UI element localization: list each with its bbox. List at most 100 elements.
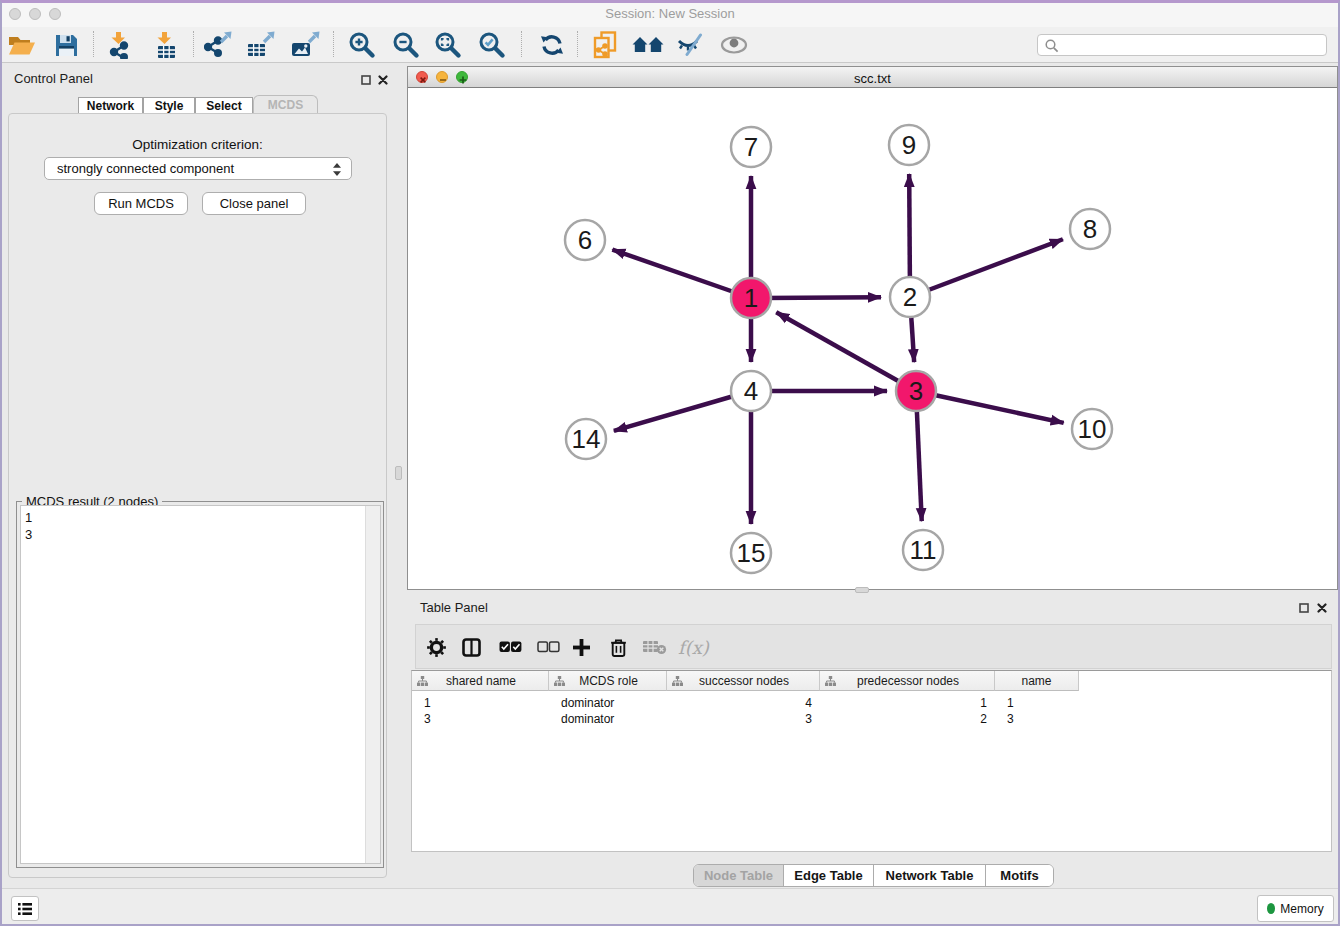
import-network-icon[interactable]: [105, 30, 135, 60]
close-panel-button[interactable]: Close panel: [202, 192, 306, 215]
control-tab-select[interactable]: Select: [195, 97, 253, 114]
control-panel-close-button[interactable]: [376, 73, 390, 87]
column-tree-icon: [417, 676, 428, 686]
delete-row-icon[interactable]: [610, 634, 627, 660]
home-icon[interactable]: [631, 30, 665, 60]
toolbar-separator: [577, 31, 578, 57]
zoom-in-icon[interactable]: [347, 30, 377, 60]
hide-eye-icon[interactable]: [675, 30, 705, 60]
destroy-table-icon[interactable]: [643, 634, 667, 660]
select-chevrons-icon: [333, 163, 341, 176]
application-window: Session: New Session: [0, 0, 1340, 926]
memory-button[interactable]: Memory: [1257, 895, 1334, 922]
edge-4-14[interactable]: [614, 391, 751, 431]
control-tab-network[interactable]: Network: [78, 97, 143, 114]
search-icon: [1045, 39, 1059, 53]
table-settings-icon[interactable]: [427, 634, 446, 660]
zoom-selected-icon[interactable]: [477, 30, 507, 60]
network-canvas[interactable]: 7968124314101511: [408, 88, 1337, 589]
table-tab-edge-table[interactable]: Edge Table: [784, 865, 874, 886]
edge-1-6[interactable]: [612, 250, 751, 298]
optimization-label: Optimization criterion:: [8, 137, 387, 152]
table-cell[interactable]: 3: [667, 712, 820, 727]
export-table-icon[interactable]: [247, 30, 277, 60]
column-header-successor-nodes[interactable]: successor nodes: [667, 671, 820, 691]
result-line: 1: [21, 509, 380, 526]
mcds-result-list[interactable]: 13: [20, 505, 381, 864]
function-builder-icon[interactable]: f(x): [678, 634, 709, 660]
edge-2-8[interactable]: [910, 239, 1063, 297]
network-file-icon[interactable]: [591, 30, 621, 60]
table-header: shared nameMCDS rolesuccessor nodesprede…: [412, 671, 1079, 691]
node-label-14: 14: [572, 424, 601, 454]
table-cell[interactable]: 3: [995, 712, 1079, 727]
export-image-icon[interactable]: [291, 30, 321, 60]
edge-3-10[interactable]: [916, 391, 1064, 423]
task-history-button[interactable]: [11, 896, 39, 921]
table-cell[interactable]: dominator: [549, 696, 667, 711]
status-bar: [0, 888, 1340, 926]
run-mcds-button[interactable]: Run MCDS: [94, 192, 188, 215]
main-toolbar: [0, 27, 1340, 63]
table-panel-close-button[interactable]: [1315, 601, 1329, 615]
edge-3-1[interactable]: [776, 312, 916, 391]
search-input[interactable]: [1062, 36, 1322, 54]
node-table: shared nameMCDS rolesuccessor nodesprede…: [411, 670, 1332, 852]
table-row[interactable]: 3dominator323: [412, 712, 1079, 727]
optimization-value: strongly connected component: [57, 161, 234, 176]
toolbar-separator: [193, 31, 194, 57]
result-line: 3: [21, 526, 380, 543]
table-cell[interactable]: 1: [412, 696, 549, 711]
control-panel-title: Control Panel: [14, 71, 93, 86]
import-table-icon[interactable]: [151, 30, 181, 60]
node-label-7: 7: [744, 132, 758, 162]
optimization-select[interactable]: strongly connected component: [44, 157, 352, 180]
table-cell[interactable]: 3: [412, 712, 549, 727]
refresh-view-icon[interactable]: [537, 30, 567, 60]
column-header-shared-name[interactable]: shared name: [412, 671, 549, 691]
node-label-15: 15: [737, 538, 766, 568]
table-cell[interactable]: 1: [995, 696, 1079, 711]
table-cell[interactable]: 1: [820, 696, 995, 711]
deselect-all-icon[interactable]: [537, 634, 560, 660]
network-window-titlebar: scc.txt: [408, 67, 1337, 88]
table-panel-float-button[interactable]: [1297, 601, 1311, 615]
table-tab-network-table[interactable]: Network Table: [874, 865, 986, 886]
search-box: [1037, 34, 1327, 56]
memory-status-icon: [1267, 903, 1275, 914]
splitter-handle-bottom[interactable]: [855, 587, 869, 593]
app-title: Session: New Session: [0, 6, 1340, 21]
table-cell[interactable]: 4: [667, 696, 820, 711]
table-tab-motifs[interactable]: Motifs: [986, 865, 1053, 886]
node-label-11: 11: [910, 535, 937, 565]
result-scrollbar[interactable]: [365, 506, 380, 863]
open-session-icon[interactable]: [7, 30, 37, 60]
table-row[interactable]: 1dominator411: [412, 696, 1079, 711]
node-label-2: 2: [903, 282, 917, 312]
zoom-out-icon[interactable]: [391, 30, 421, 60]
column-header-name[interactable]: name: [995, 671, 1079, 691]
network-window-title: scc.txt: [408, 71, 1337, 86]
column-tree-icon: [554, 676, 565, 686]
memory-label: Memory: [1280, 902, 1323, 916]
column-tree-icon: [825, 676, 836, 686]
control-tab-style[interactable]: Style: [143, 97, 195, 114]
network-view-window: scc.txt 7968124314101511: [407, 66, 1338, 590]
table-cell[interactable]: dominator: [549, 712, 667, 727]
table-tab-node-table[interactable]: Node Table: [694, 865, 784, 886]
column-header-MCDS-role[interactable]: MCDS role: [549, 671, 667, 691]
zoom-fit-icon[interactable]: [433, 30, 463, 60]
export-network-icon[interactable]: [204, 30, 234, 60]
node-label-1: 1: [744, 283, 758, 313]
add-row-icon[interactable]: [573, 634, 590, 660]
show-eye-icon[interactable]: [719, 30, 749, 60]
splitter-handle-left[interactable]: [395, 466, 402, 480]
control-tab-mcds[interactable]: MCDS: [253, 95, 318, 114]
control-panel-float-button[interactable]: [359, 73, 373, 87]
toggle-column-icon[interactable]: [462, 634, 481, 660]
table-cell[interactable]: 2: [820, 712, 995, 727]
select-all-icon[interactable]: [499, 634, 522, 660]
save-session-icon[interactable]: [51, 30, 81, 60]
column-header-predecessor-nodes[interactable]: predecessor nodes: [820, 671, 995, 691]
node-label-6: 6: [578, 225, 592, 255]
